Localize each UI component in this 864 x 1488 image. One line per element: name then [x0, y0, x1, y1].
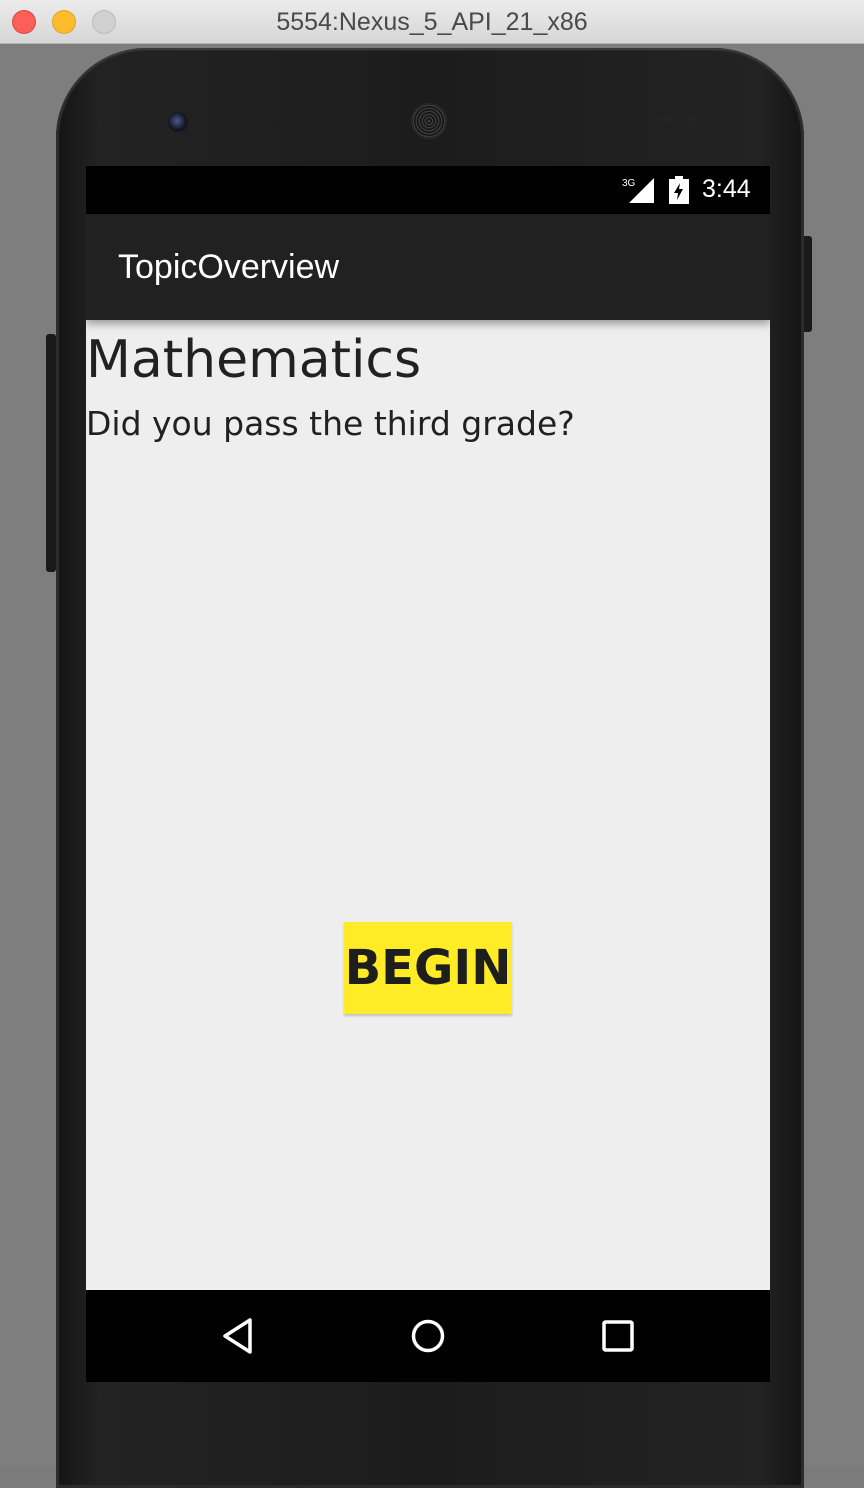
back-icon	[223, 1318, 252, 1354]
home-icon	[411, 1319, 445, 1353]
signal-icon: 3G	[622, 178, 654, 203]
svg-text:3G: 3G	[622, 178, 636, 189]
earpiece-speaker-icon	[411, 103, 447, 139]
front-camera-icon	[168, 112, 188, 132]
home-button[interactable]	[404, 1312, 452, 1360]
status-clock: 3:44	[702, 175, 751, 203]
navigation-bar	[86, 1290, 770, 1382]
recent-apps-icon	[602, 1320, 634, 1352]
device-screen: 3G 3:44 TopicOverview Mathematics Did yo…	[86, 166, 770, 1382]
status-bar: 3G 3:44	[86, 166, 770, 214]
topic-overview-content: Mathematics Did you pass the third grade…	[86, 320, 770, 1290]
window-titlebar: 5554:Nexus_5_API_21_x86	[0, 0, 864, 44]
proximity-sensor-icon	[662, 113, 672, 123]
recent-apps-button[interactable]	[594, 1312, 642, 1360]
topic-description: Did you pass the third grade?	[86, 404, 575, 443]
back-button[interactable]	[214, 1312, 262, 1360]
volume-button[interactable]	[46, 334, 56, 572]
battery-icon	[669, 176, 689, 204]
action-bar-title: TopicOverview	[118, 248, 340, 286]
window-title: 5554:Nexus_5_API_21_x86	[276, 8, 588, 36]
action-bar: TopicOverview	[86, 214, 770, 320]
begin-button[interactable]: BEGIN	[344, 922, 512, 1014]
light-sensor-icon	[688, 114, 696, 122]
topic-title: Mathematics	[86, 330, 422, 390]
